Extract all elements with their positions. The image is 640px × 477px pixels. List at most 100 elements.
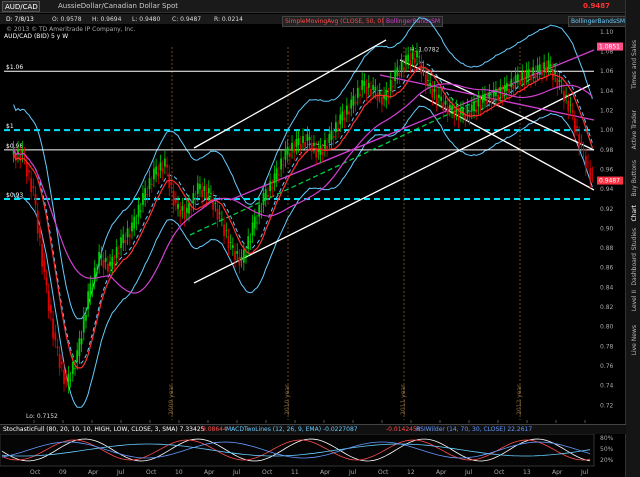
x-tick-label: Oct <box>262 469 273 476</box>
price-chart[interactable]: $1.06$1$0.98$0.93 1.101.081.061.041.021.… <box>0 0 626 477</box>
candle-body <box>543 62 546 70</box>
candle-body <box>196 183 199 195</box>
tab-buy-buttons[interactable]: Buy Buttons <box>631 160 638 197</box>
y-tick-label: 0.72 <box>600 402 614 409</box>
candle-body <box>573 118 576 133</box>
tab-level-ii[interactable]: Level II <box>631 290 638 311</box>
candle-body <box>405 55 407 65</box>
candle-body <box>457 113 460 121</box>
level-label: $0.98 <box>6 143 23 150</box>
y-tick-label: 0.78 <box>600 343 614 350</box>
candle-body <box>262 193 265 205</box>
candle-body <box>527 69 530 77</box>
candle-body <box>354 101 357 104</box>
candle-body <box>297 138 300 145</box>
candle-body <box>183 211 186 219</box>
candle-body <box>122 234 125 244</box>
tab-dashboard[interactable]: Dashboard <box>631 253 638 286</box>
tab-chart[interactable]: Chart <box>631 205 638 222</box>
candle-body <box>100 253 103 258</box>
candle-body <box>363 81 366 86</box>
candle-body <box>25 162 28 177</box>
candle-body <box>234 251 236 260</box>
candle-body <box>54 332 57 341</box>
y-tick-label: 0.92 <box>600 206 614 213</box>
candle-body <box>308 137 311 140</box>
candle-body <box>350 99 353 109</box>
candle-body <box>422 68 425 70</box>
candle-body <box>519 80 521 85</box>
candle-body <box>556 78 559 88</box>
tab-active-trader[interactable]: Active Trader <box>631 110 638 149</box>
y-tick-label: 0.94 <box>600 186 614 193</box>
candle-body <box>28 170 30 173</box>
x-tick-label: Apr <box>204 469 215 476</box>
x-tick-label: 10 <box>175 469 183 476</box>
candle-body <box>65 377 68 380</box>
candle-body <box>514 75 517 84</box>
x-tick-label: Apr <box>88 469 99 476</box>
candle-body <box>284 148 287 160</box>
candle-body <box>78 338 81 357</box>
candle-body <box>177 203 179 209</box>
candle-body <box>490 97 493 103</box>
candle-body <box>120 237 122 249</box>
candle-body <box>567 100 570 112</box>
candle-body <box>135 222 138 224</box>
candle-body <box>229 242 232 243</box>
candle-body <box>245 254 247 256</box>
sma50-price-value: 1.0851 <box>599 44 620 51</box>
candle-body <box>275 168 278 180</box>
candle-body <box>352 95 355 106</box>
candle-body <box>293 148 296 153</box>
candle-body <box>74 367 76 369</box>
chart-annotations: H: 1.0782 Lo: 0.7152 1.0851 0.9487 <box>26 42 623 420</box>
candle-body <box>400 61 403 71</box>
candle-body <box>71 362 74 374</box>
candle-body <box>115 247 118 258</box>
y-tick-label: 1.06 <box>600 68 614 75</box>
x-tick-label: Apr <box>436 469 447 476</box>
candle-body <box>267 195 269 197</box>
candle-body <box>260 210 263 212</box>
indicator-axis-label: 50% <box>600 446 614 453</box>
level-label: $1.06 <box>6 64 23 71</box>
year-label: 2011 year <box>400 384 407 415</box>
candle-body <box>576 126 578 129</box>
candle-body <box>76 350 79 363</box>
last-price-value: 0.9487 <box>599 178 620 185</box>
candle-body <box>34 194 37 205</box>
x-tick-label: Apr <box>552 469 563 476</box>
candle-body <box>330 130 333 140</box>
candle-body <box>240 256 243 260</box>
candle-body <box>56 346 59 349</box>
tab-live-news[interactable]: Live News <box>631 325 638 355</box>
y-tick-label: 0.80 <box>600 324 614 331</box>
tab-studies[interactable]: Studies <box>631 228 638 250</box>
candle-body <box>291 142 293 151</box>
candle-body <box>282 164 285 166</box>
candle-body <box>530 75 532 81</box>
candle-body <box>510 79 513 87</box>
candle-body <box>166 164 168 168</box>
x-tick-label: Oct <box>146 469 157 476</box>
indicator-axis-label: 20% <box>600 457 614 464</box>
candle-body <box>532 67 535 75</box>
year-label: 2012 year <box>516 384 523 415</box>
tab-times-and-sales[interactable]: Times and Sales <box>631 40 638 89</box>
candle-body <box>512 84 515 89</box>
candle-body <box>448 104 451 109</box>
candle-body <box>205 192 208 199</box>
candle-body <box>36 210 39 234</box>
candle-body <box>433 88 436 92</box>
candle-body <box>161 168 164 173</box>
candle-body <box>249 241 252 243</box>
candle-body <box>477 98 480 107</box>
candle-body <box>549 64 552 67</box>
candle-body <box>444 100 447 105</box>
candle-body <box>310 142 313 152</box>
candle-body <box>89 283 92 298</box>
candle-body <box>435 94 438 104</box>
stochastic-label: StochasticFull (80, 20, 10, 10, HIGH, LO… <box>3 426 205 433</box>
candle-body <box>247 236 250 250</box>
